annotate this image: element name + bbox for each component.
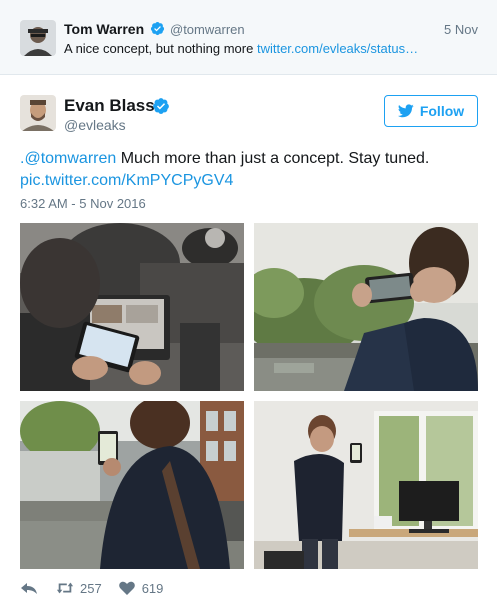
parent-tweet-date[interactable]: 5 Nov	[444, 22, 478, 37]
tom-warren-avatar[interactable]	[20, 20, 56, 56]
parent-tweet-text: A nice concept, but nothing more twitter…	[64, 41, 418, 56]
follow-button-label: Follow	[419, 103, 465, 119]
retweet-button[interactable]: 257	[56, 580, 102, 596]
photo-4[interactable]	[254, 401, 478, 569]
tweet-text: .@tomwarren Much more than just a concep…	[20, 148, 480, 192]
author-handle[interactable]: @evleaks	[64, 117, 126, 133]
parent-tweet-body: A nice concept, but nothing more	[64, 41, 257, 56]
pic-link[interactable]: pic.twitter.com/KmPYCPyGV4	[20, 172, 233, 189]
twitter-bird-icon	[397, 104, 414, 118]
parent-tweet-link[interactable]: twitter.com/evleaks/status…	[257, 41, 418, 56]
photo-3[interactable]	[20, 401, 244, 569]
retweet-count: 257	[80, 580, 102, 596]
verified-icon	[153, 98, 169, 114]
verified-icon	[150, 21, 165, 36]
reply-icon	[21, 583, 37, 594]
heart-icon	[118, 581, 135, 595]
photo-1[interactable]	[20, 223, 244, 391]
author-name[interactable]: Evan Blass	[64, 96, 155, 116]
tweet-body: Much more than just a concept. Stay tune…	[116, 150, 430, 167]
tweet-actions: 257 619	[20, 578, 163, 598]
follow-button[interactable]: Follow	[384, 95, 478, 127]
parent-tweet[interactable]: Tom Warren @tomwarren 5 Nov A nice conce…	[0, 0, 497, 75]
parent-author-handle[interactable]: @tomwarren	[170, 22, 245, 37]
evan-blass-avatar[interactable]	[20, 95, 56, 131]
parent-author-name[interactable]: Tom Warren	[64, 21, 144, 37]
reply-button[interactable]	[20, 580, 38, 596]
tweet-timestamp[interactable]: 6:32 AM - 5 Nov 2016	[20, 196, 146, 211]
retweet-icon	[56, 582, 74, 594]
like-count: 619	[141, 580, 164, 596]
mention-link[interactable]: .@tomwarren	[20, 150, 116, 167]
like-button[interactable]: 619	[118, 580, 164, 596]
photo-2[interactable]	[254, 223, 478, 391]
